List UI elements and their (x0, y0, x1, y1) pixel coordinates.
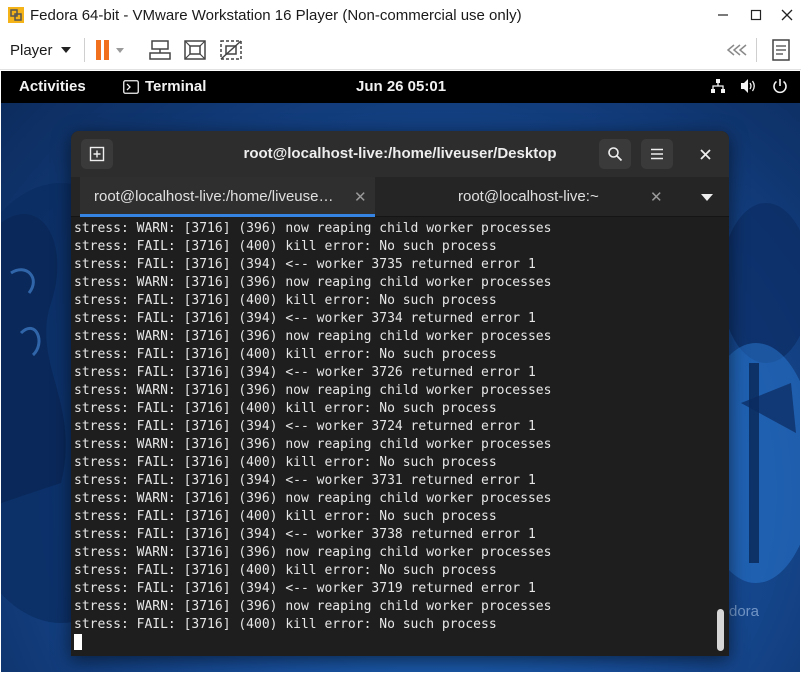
vm-display[interactable]: dora Activities Terminal Jun 26 05:01 ro… (1, 71, 800, 672)
notes-icon (772, 39, 790, 61)
terminal-line: stress: WARN: [3716] (396) now reaping c… (74, 491, 552, 506)
terminal-line: stress: FAIL: [3716] (394) <-- worker 37… (74, 311, 536, 326)
terminal-line: stress: FAIL: [3716] (400) kill error: N… (74, 617, 497, 632)
terminal-line: stress: FAIL: [3716] (400) kill error: N… (74, 239, 497, 254)
tab-label: root@localhost-live:~ (458, 188, 599, 205)
notes-button[interactable] (768, 38, 794, 62)
tab-label: root@localhost-live:/home/liveuse… (94, 188, 334, 205)
prompt-line[interactable] (74, 634, 714, 653)
terminal-line: stress: FAIL: [3716] (394) <-- worker 37… (74, 419, 536, 434)
menu-button[interactable] (641, 139, 673, 169)
activities-button[interactable]: Activities (19, 78, 86, 95)
maximize-icon (750, 9, 762, 21)
terminal-line: stress: FAIL: [3716] (400) kill error: N… (74, 347, 497, 362)
volume-icon (741, 79, 755, 93)
terminal-line: stress: WARN: [3716] (396) now reaping c… (74, 599, 552, 614)
tab-list-button[interactable] (693, 189, 721, 205)
terminal-line: stress: FAIL: [3716] (394) <-- worker 37… (74, 365, 536, 380)
chevron-down-icon (701, 193, 713, 201)
chevron-down-icon (60, 47, 71, 53)
network-icon (711, 79, 725, 93)
power-icon (773, 79, 787, 94)
terminal-line: stress: WARN: [3716] (396) now reaping c… (74, 545, 552, 560)
pause-button[interactable] (92, 38, 130, 62)
fit-guest-icon (184, 40, 206, 60)
terminal-output[interactable]: stress: WARN: [3716] (396) now reaping c… (71, 218, 729, 656)
fit-guest-button[interactable] (182, 38, 208, 62)
terminal-tab-bar: root@localhost-live:/home/liveuse… ✕ roo… (71, 177, 729, 217)
terminal-line: stress: WARN: [3716] (396) now reaping c… (74, 221, 552, 236)
gnome-top-bar: Activities Terminal Jun 26 05:01 (1, 71, 800, 103)
scrollbar-thumb[interactable] (717, 609, 724, 651)
close-icon (781, 9, 793, 21)
window-title: Fedora 64-bit - VMware Workstation 16 Pl… (30, 6, 522, 24)
terminal-line: stress: FAIL: [3716] (400) kill error: N… (74, 509, 497, 524)
window-title-bar: Fedora 64-bit - VMware Workstation 16 Pl… (0, 0, 801, 30)
search-button[interactable] (599, 139, 631, 169)
toolbar-divider (84, 38, 85, 62)
vmware-player-icon (8, 7, 24, 23)
terminal-app-icon (123, 79, 139, 94)
terminal-line: stress: FAIL: [3716] (394) <-- worker 37… (74, 473, 536, 488)
terminal-line: stress: WARN: [3716] (396) now reaping c… (74, 329, 552, 344)
scrollbar[interactable] (715, 220, 725, 652)
terminal-line: stress: FAIL: [3716] (400) kill error: N… (74, 455, 497, 470)
unity-button[interactable] (218, 38, 244, 62)
fedora-watermark: dora (729, 603, 760, 620)
terminal-line: stress: FAIL: [3716] (394) <-- worker 37… (74, 581, 536, 596)
app-menu[interactable]: Terminal (123, 78, 206, 95)
pause-icon (96, 40, 124, 60)
send-ctrl-alt-del-button[interactable] (147, 38, 173, 62)
text-cursor (74, 634, 82, 650)
terminal-line: stress: FAIL: [3716] (400) kill error: N… (74, 401, 497, 416)
close-terminal-button[interactable] (689, 139, 721, 169)
minimize-icon (718, 14, 728, 16)
app-menu-label: Terminal (145, 78, 207, 95)
terminal-line: stress: WARN: [3716] (396) now reaping c… (74, 437, 552, 452)
back-arrows-button[interactable] (723, 38, 749, 62)
toolbar-divider-right (756, 38, 757, 62)
player-menu-label: Player (10, 41, 53, 59)
close-window-button[interactable] (768, 0, 801, 30)
hamburger-menu-icon (651, 148, 663, 160)
terminal-window[interactable]: root@localhost-live:/home/liveuser/Deskt… (71, 131, 729, 656)
terminal-line: stress: WARN: [3716] (396) now reaping c… (74, 383, 552, 398)
player-menu-button[interactable]: Player (6, 36, 75, 64)
search-icon (608, 147, 623, 162)
terminal-lines: stress: WARN: [3716] (396) now reaping c… (74, 220, 714, 653)
tab-close-icon[interactable]: ✕ (650, 188, 663, 206)
tab-close-icon[interactable]: ✕ (354, 188, 367, 206)
terminal-line: stress: FAIL: [3716] (394) <-- worker 37… (74, 257, 536, 272)
terminal-line: stress: FAIL: [3716] (394) <-- worker 37… (74, 527, 536, 542)
terminal-line: stress: WARN: [3716] (396) now reaping c… (74, 275, 552, 290)
close-icon (699, 148, 711, 160)
clock[interactable]: Jun 26 05:01 (356, 78, 446, 95)
unity-icon (220, 40, 242, 60)
send-ctrl-alt-del-icon (149, 40, 171, 60)
terminal-line: stress: FAIL: [3716] (400) kill error: N… (74, 293, 497, 308)
terminal-line: stress: FAIL: [3716] (400) kill error: N… (74, 563, 497, 578)
tab-localhost-desktop[interactable]: root@localhost-live:/home/liveuse… ✕ (80, 177, 375, 217)
back-arrows-icon (726, 44, 747, 56)
system-tray[interactable] (710, 78, 788, 94)
tab-localhost-home[interactable]: root@localhost-live:~ ✕ (376, 177, 666, 217)
terminal-header-bar[interactable]: root@localhost-live:/home/liveuser/Deskt… (71, 131, 729, 177)
player-toolbar: Player (0, 30, 801, 70)
